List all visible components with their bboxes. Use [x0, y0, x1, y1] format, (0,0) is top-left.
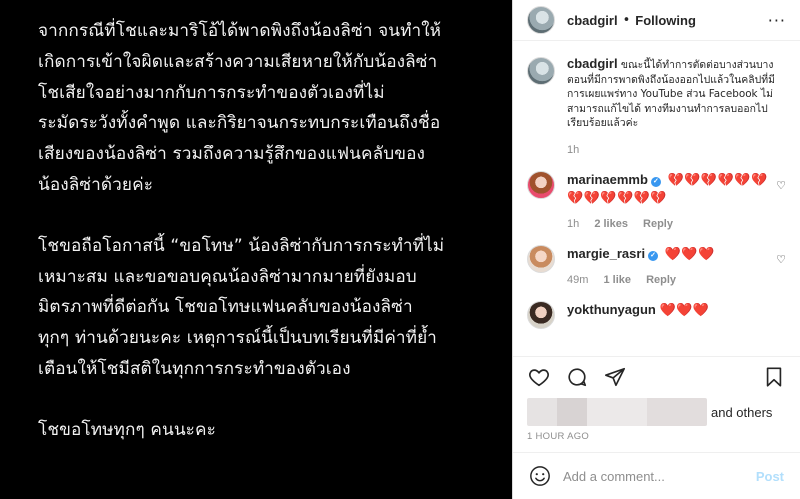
action-bar [513, 356, 800, 396]
statement-line: มิตรภาพที่ดีต่อกัน โชขอโทษแฟนคลับของน้อง… [38, 297, 413, 318]
likes-and-others[interactable]: and others [711, 405, 772, 420]
post-button[interactable]: Post [756, 469, 784, 484]
statement-line: โชขอถือโอกาสนี้ “ขอโทษ” น้องลิซ่ากับการก… [38, 235, 445, 256]
avatar[interactable] [527, 245, 555, 273]
avatar[interactable] [527, 171, 555, 199]
like-comment-icon[interactable]: ♡ [776, 253, 786, 266]
bookmark-icon [766, 366, 782, 387]
post-side-panel: cbadgirl • Following ··· cbadgirl ขณะนี้… [512, 0, 800, 499]
share-button[interactable] [603, 365, 627, 389]
statement-paragraph-2: โชขอถือโอกาสนี้ “ขอโทษ” น้องลิซ่ากับการก… [38, 231, 488, 385]
statement-line: ทุกๆ ท่านด้วยนะคะ เหตุการณ์นี้เป็นบทเรีย… [38, 328, 437, 349]
statement-line: เตือนให้โชมีสติในทุกการกระทำของตัวเอง [38, 358, 351, 379]
statement-line: เกิดการเข้าใจผิดและสร้างความเสียหายให้กั… [38, 51, 438, 72]
heart-icon [529, 368, 549, 386]
statement-line: โชเสียใจอย่างมากกับการกระทำของตัวเองที่ไ… [38, 82, 385, 103]
post-image: จากกรณีที่โชและมาริโอ้ได้พาดพิงถึงน้องลิ… [0, 0, 512, 499]
add-comment-bar: Post [513, 452, 800, 499]
emoji-icon[interactable] [529, 465, 551, 487]
comment-username[interactable]: marinaemmb [567, 172, 648, 187]
following-button[interactable]: Following [635, 13, 696, 28]
comment-button[interactable] [565, 365, 589, 389]
statement-line: เสียงของน้องลิซ่า รวมถึงความรู้สึกของแฟน… [38, 144, 426, 165]
header-separator: • [622, 12, 631, 28]
caption-meta: 1h [567, 143, 777, 158]
likes-summary: and others [527, 397, 772, 427]
comment-time[interactable]: 49m [567, 274, 588, 286]
comment-body: margie_rasri ✓ ❤️❤️❤️ 49m 1 like Reply [567, 245, 777, 289]
comment-body: marinaemmb ✓ 💔💔💔💔💔💔💔💔💔💔💔💔 1h 2 likes Repl… [567, 171, 777, 233]
statement-paragraph-1: จากกรณีที่โชและมาริโอ้ได้พาดพิงถึงน้องลิ… [38, 16, 488, 201]
like-button[interactable] [527, 365, 551, 389]
comment-text: ❤️❤️❤️ [664, 246, 715, 261]
caption: cbadgirl ขณะนี้ได้ทำการตัดต่อบางส่วนบางต… [527, 56, 786, 158]
statement-paragraph-3: โชขอโทษทุกๆ คนนะคะ [38, 415, 488, 446]
statement-line: จากกรณีที่โชและมาริโอ้ได้พาดพิงถึงน้องลิ… [38, 21, 442, 41]
statement-line: ระมัดระวังทั้งคำพูด และกิริยาจนกระทบกระเ… [38, 113, 441, 134]
comments-list: cbadgirl ขณะนี้ได้ทำการตัดต่อบางส่วนบางต… [513, 41, 800, 329]
comment-meta: 49m 1 like Reply [567, 271, 777, 289]
comment-item: margie_rasri ✓ ❤️❤️❤️ 49m 1 like Reply ♡ [527, 245, 786, 289]
avatar[interactable] [527, 301, 555, 329]
avatar[interactable] [527, 6, 555, 34]
comment-meta: 1h 2 likes Reply [567, 215, 777, 233]
statement-line: เหมาะสม และขอขอบคุณน้องลิซ่ามากมายที่ยัง… [38, 266, 417, 287]
avatar[interactable] [527, 57, 555, 85]
verified-badge-icon: ✓ [648, 251, 659, 261]
blurred-likers [527, 398, 707, 426]
reply-button[interactable]: Reply [643, 218, 673, 230]
caption-username[interactable]: cbadgirl [567, 56, 618, 71]
comment-icon [568, 367, 587, 386]
paper-plane-icon [605, 367, 625, 386]
post-timestamp[interactable]: 1 HOUR AGO [527, 431, 589, 442]
comment-item: yokthunyagun ❤️❤️❤️ [527, 301, 786, 329]
comment-username[interactable]: margie_rasri [567, 246, 645, 261]
post-header: cbadgirl • Following ··· [513, 0, 800, 40]
comment-username[interactable]: yokthunyagun [567, 302, 656, 317]
header-username[interactable]: cbadgirl [567, 13, 618, 28]
comment-time[interactable]: 1h [567, 218, 579, 230]
verified-badge-icon: ✓ [650, 177, 661, 187]
comment-input[interactable] [563, 468, 756, 484]
caption-time[interactable]: 1h [567, 144, 579, 156]
reply-button[interactable]: Reply [646, 274, 676, 286]
comment-likes[interactable]: 1 like [603, 274, 631, 286]
more-options-icon[interactable]: ··· [768, 11, 786, 30]
comment-text: ❤️❤️❤️ [659, 302, 710, 317]
comment-likes[interactable]: 2 likes [594, 218, 628, 230]
statement-line: โชขอโทษทุกๆ คนนะคะ [38, 419, 216, 440]
save-button[interactable] [762, 365, 786, 389]
statement-line: น้องลิซ่าด้วยค่ะ [38, 174, 154, 195]
comment-body: yokthunyagun ❤️❤️❤️ [567, 301, 777, 329]
caption-text-block: cbadgirl ขณะนี้ได้ทำการตัดต่อบางส่วนบางต… [567, 56, 777, 158]
comment-item: marinaemmb ✓ 💔💔💔💔💔💔💔💔💔💔💔💔 1h 2 likes Repl… [527, 171, 786, 233]
like-comment-icon[interactable]: ♡ [776, 179, 786, 192]
